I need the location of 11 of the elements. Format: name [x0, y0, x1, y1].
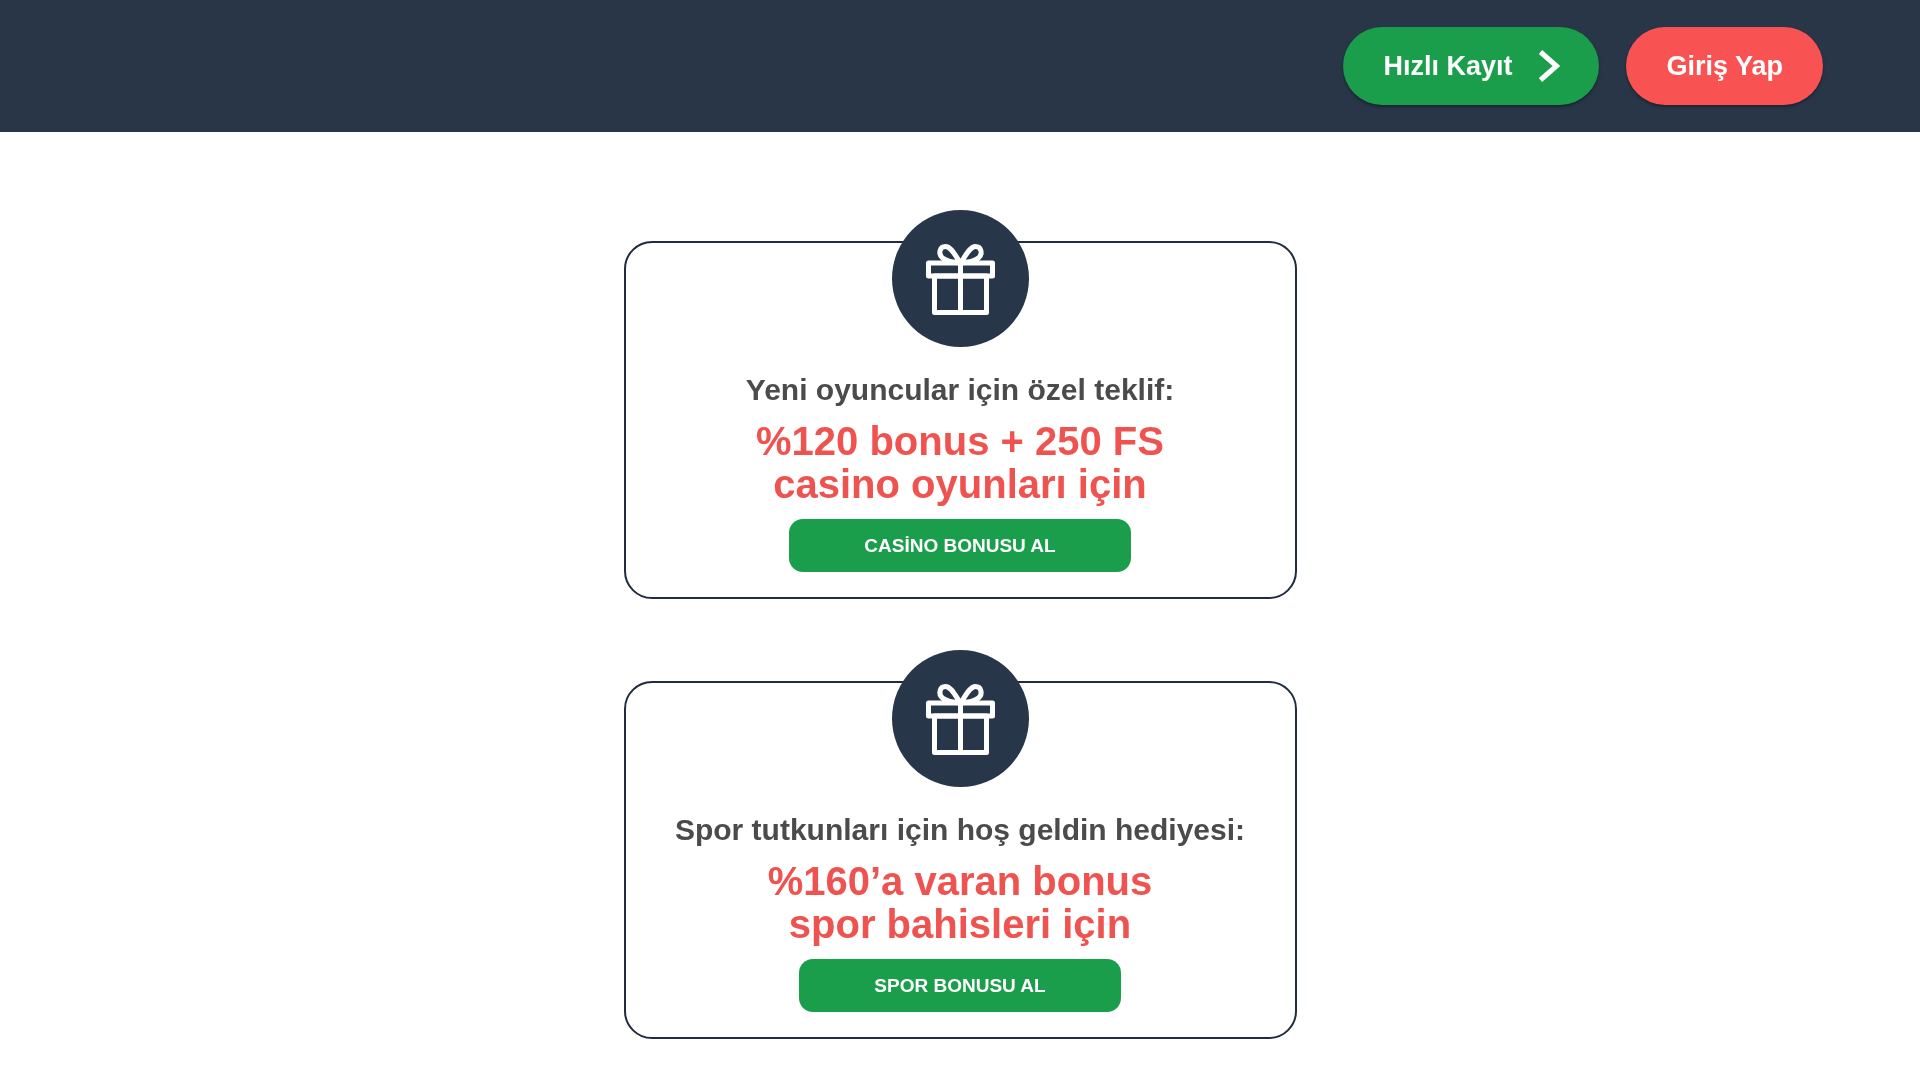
- offer-headline: Spor tutkunları için hoş geldin hediyesi:: [674, 812, 1246, 848]
- chevron-right-icon: [1537, 49, 1561, 83]
- bonus-text: casino oyunları için: [773, 463, 1147, 506]
- login-button[interactable]: Giriş Yap: [1626, 27, 1823, 105]
- bonus-text: spor bahisleri için: [788, 903, 1132, 946]
- bonus-text: %120 bonus + 250 FS: [756, 420, 1164, 463]
- offer-headline: Yeni oyuncular için özel teklif:: [745, 372, 1175, 408]
- bonus-text: %160’a varan bonus: [767, 860, 1153, 903]
- bonus-button[interactable]: SPOR BONUSU AL: [799, 959, 1121, 1012]
- register-button[interactable]: Hızlı Kayıt: [1343, 27, 1600, 105]
- bonus-button[interactable]: CASİNO BONUSU AL: [789, 519, 1131, 572]
